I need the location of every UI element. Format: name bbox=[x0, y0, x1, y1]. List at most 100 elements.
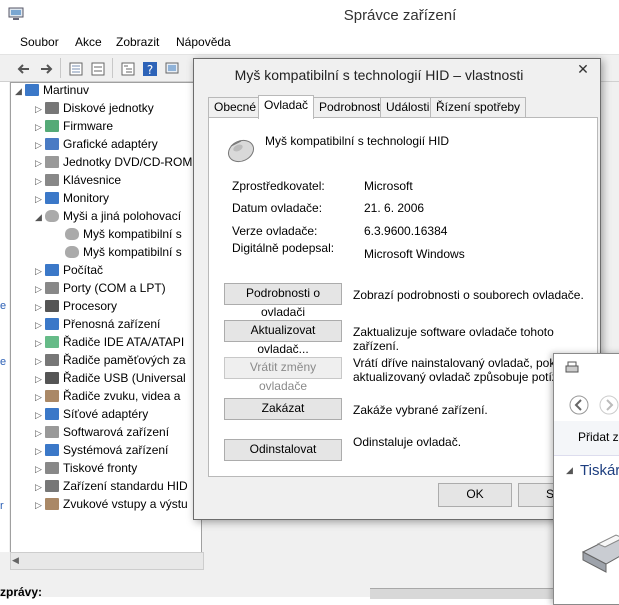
collapsed-icon[interactable]: ▷ bbox=[35, 284, 45, 295]
collapsed-icon[interactable]: ▷ bbox=[35, 176, 45, 187]
collapsed-icon[interactable]: ▷ bbox=[35, 320, 45, 331]
tree-view-icon[interactable] bbox=[118, 59, 138, 79]
mouse-icon bbox=[45, 210, 59, 222]
tree-item-label: Řadiče paměťových za bbox=[63, 353, 186, 367]
properties-view-icon[interactable] bbox=[66, 59, 86, 79]
collapsed-icon[interactable]: ▷ bbox=[35, 266, 45, 277]
tree-root[interactable]: ◢ Martinuv bbox=[11, 83, 201, 101]
horizontal-scrollbar[interactable]: ◀ bbox=[10, 552, 204, 570]
tab-driver[interactable]: Ovladač bbox=[258, 95, 315, 119]
disable-button[interactable]: Zakázat bbox=[224, 398, 342, 420]
collapse-icon[interactable]: ◢ bbox=[566, 465, 573, 476]
collapsed-icon[interactable]: ▷ bbox=[35, 140, 45, 151]
uninstall-button[interactable]: Odinstalovat bbox=[224, 439, 342, 461]
tree-item[interactable]: ▷ Řadiče IDE ATA/ATAPI bbox=[11, 335, 201, 353]
forward-icon[interactable] bbox=[36, 59, 56, 79]
scroll-left-icon[interactable]: ◀ bbox=[12, 555, 19, 566]
tree-item[interactable]: ▷ Tiskové fronty bbox=[11, 461, 201, 479]
provider-value: Microsoft bbox=[364, 179, 413, 193]
tree-item[interactable]: ▷ Řadiče paměťových za bbox=[11, 353, 201, 371]
device-view-icon[interactable] bbox=[162, 59, 182, 79]
collapsed-icon[interactable]: ▷ bbox=[35, 410, 45, 421]
tree-item[interactable]: ▷ Přenosná zařízení bbox=[11, 317, 201, 335]
close-icon[interactable]: ✕ bbox=[568, 59, 598, 79]
devices-printers-window: Přidat z ◢ Tiskár bbox=[553, 353, 619, 605]
collapsed-icon[interactable]: ▷ bbox=[35, 446, 45, 457]
tree-child-item[interactable]: Myš kompatibilní s bbox=[11, 227, 201, 245]
collapsed-icon[interactable]: ▷ bbox=[35, 392, 45, 403]
driver-details-button[interactable]: Podrobnosti o ovladači bbox=[224, 283, 342, 319]
collapsed-icon[interactable]: ▷ bbox=[35, 482, 45, 493]
ok-button[interactable]: OK bbox=[438, 483, 512, 507]
tree-item[interactable]: ▷ Procesory bbox=[11, 299, 201, 317]
collapsed-icon[interactable]: ▷ bbox=[35, 158, 45, 169]
collapsed-icon[interactable]: ▷ bbox=[35, 302, 45, 313]
title-bar[interactable]: Správce zařízení bbox=[0, 0, 619, 32]
forward-icon[interactable] bbox=[598, 394, 619, 416]
tree-item-label: Řadiče IDE ATA/ATAPI bbox=[63, 335, 185, 349]
mouse-icon bbox=[65, 228, 79, 240]
tree-item[interactable]: ▷ Zvukové vstupy a výstu bbox=[11, 497, 201, 515]
back-icon[interactable] bbox=[14, 59, 34, 79]
help-icon[interactable]: ? bbox=[140, 59, 160, 79]
tree-item[interactable]: ▷ Softwarová zařízení bbox=[11, 425, 201, 443]
tree-item[interactable]: ▷ Porty (COM a LPT) bbox=[11, 281, 201, 299]
device-tree[interactable]: ◢ Martinuv ▷ Diskové jednotky ▷ Firmware ▷ Graf… bbox=[10, 82, 202, 554]
tab-power-management[interactable]: Řízení spotřeby bbox=[430, 97, 527, 118]
collapsed-icon[interactable]: ▷ bbox=[35, 356, 45, 367]
menu-action[interactable]: Akce bbox=[75, 35, 102, 49]
collapsed-icon[interactable]: ▷ bbox=[35, 194, 45, 205]
tree-item[interactable]: ▷ Systémová zařízení bbox=[11, 443, 201, 461]
collapsed-icon[interactable]: ▷ bbox=[35, 104, 45, 115]
update-driver-button[interactable]: Aktualizovat ovladač... bbox=[224, 320, 342, 356]
tree-item-label: Firmware bbox=[63, 119, 113, 133]
menu-help[interactable]: Nápověda bbox=[176, 35, 231, 49]
roll-back-driver-button[interactable]: Vrátit změny ovladače bbox=[224, 357, 342, 393]
keyboard-icon bbox=[45, 174, 59, 186]
tree-item[interactable]: ▷ Jednotky DVD/CD-ROM bbox=[11, 155, 201, 173]
tree-item-label: Monitory bbox=[63, 191, 110, 205]
svg-text:?: ? bbox=[147, 63, 153, 77]
tree-item[interactable]: ▷ Řadiče USB (Universal bbox=[11, 371, 201, 389]
collapsed-icon[interactable]: ▷ bbox=[35, 464, 45, 475]
driver-date-label: Datum ovladače: bbox=[232, 201, 323, 215]
collapsed-icon[interactable]: ▷ bbox=[35, 374, 45, 385]
tree-item-label: Řadiče zvuku, videa a bbox=[63, 389, 181, 403]
back-icon[interactable] bbox=[568, 394, 590, 416]
tab-details[interactable]: Podrobnosti bbox=[313, 97, 390, 118]
tree-item-label: Systémová zařízení bbox=[63, 443, 169, 457]
driver-version-value: 6.3.9600.16384 bbox=[364, 224, 448, 238]
tree-item[interactable]: ▷ Počítač bbox=[11, 263, 201, 281]
collapsed-icon[interactable]: ▷ bbox=[35, 428, 45, 439]
edge-fragment: e bbox=[0, 356, 7, 368]
expanded-icon[interactable]: ◢ bbox=[15, 86, 25, 97]
driver-details-desc: Zobrazí podrobnosti o souborech ovladače… bbox=[353, 288, 584, 302]
tree-item[interactable]: ▷ Diskové jednotky bbox=[11, 101, 201, 119]
printer-device-icon[interactable] bbox=[578, 522, 619, 577]
dialog-title-bar[interactable]: Myš kompatibilní s technologií HID – vla… bbox=[194, 59, 600, 90]
tab-general[interactable]: Obecné bbox=[208, 97, 263, 118]
add-device-link[interactable]: Přidat z bbox=[578, 430, 619, 444]
tree-item[interactable]: ▷ Klávesnice bbox=[11, 173, 201, 191]
expanded-icon[interactable]: ◢ bbox=[35, 212, 45, 223]
provider-label: Zprostředkovatel: bbox=[232, 179, 325, 193]
storage-controller-icon bbox=[45, 354, 59, 366]
collapsed-icon[interactable]: ▷ bbox=[35, 122, 45, 133]
driver-panel: Myš kompatibilní s technologií HID Zpros… bbox=[208, 117, 598, 477]
software-device-icon bbox=[45, 426, 59, 438]
menu-file[interactable]: Soubor bbox=[20, 35, 59, 49]
tree-item[interactable]: ▷ Grafické adaptéry bbox=[11, 137, 201, 155]
tree-item[interactable]: ▷ Zařízení standardu HID bbox=[11, 479, 201, 497]
tab-events[interactable]: Události bbox=[380, 97, 436, 118]
tree-item[interactable]: ◢ Myši a jiná polohovací bbox=[11, 209, 201, 227]
tree-item[interactable]: ▷ Firmware bbox=[11, 119, 201, 137]
collapsed-icon[interactable]: ▷ bbox=[35, 338, 45, 349]
tree-child-item[interactable]: Myš kompatibilní s bbox=[11, 245, 201, 263]
menu-view[interactable]: Zobrazit bbox=[116, 35, 159, 49]
list-icon[interactable] bbox=[88, 59, 108, 79]
tree-item[interactable]: ▷ Monitory bbox=[11, 191, 201, 209]
sound-icon bbox=[45, 390, 59, 402]
tree-item[interactable]: ▷ Řadiče zvuku, videa a bbox=[11, 389, 201, 407]
tree-item[interactable]: ▷ Síťové adaptéry bbox=[11, 407, 201, 425]
collapsed-icon[interactable]: ▷ bbox=[35, 500, 45, 511]
